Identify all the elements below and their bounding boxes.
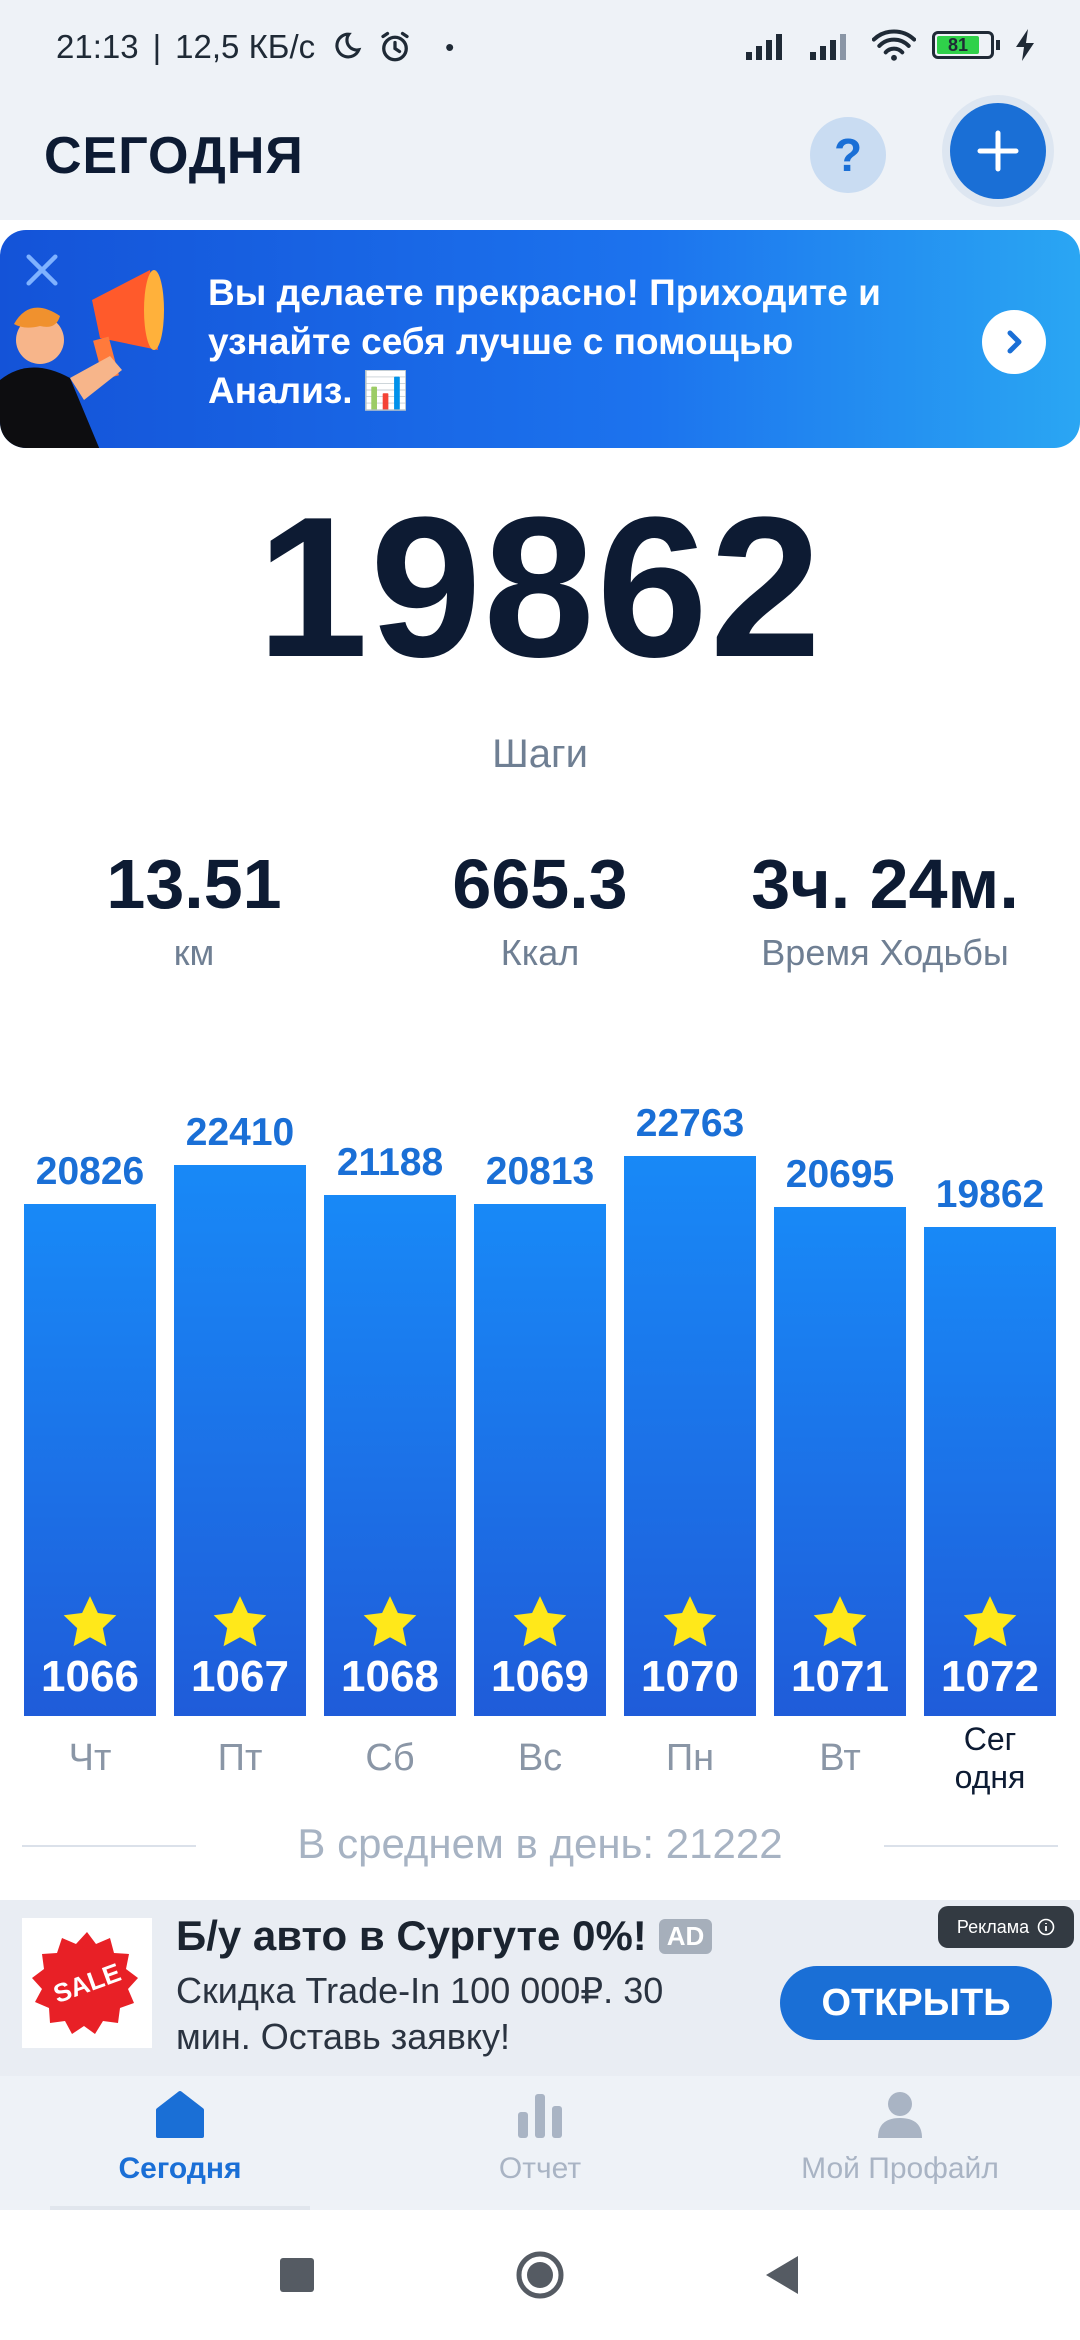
bar-value-label: 19862 <box>935 1173 1045 1216</box>
day-label-sun: Вс <box>517 1737 563 1779</box>
today-line-2: одня <box>954 1759 1026 1795</box>
nav-report-label: Отчет <box>498 2152 582 2185</box>
ad-open-button[interactable]: ОТКРЫТЬ <box>780 1966 1052 2040</box>
bar-streak-label: 1069 <box>491 1652 589 1701</box>
distance-unit: км <box>173 932 215 973</box>
ad-image[interactable]: SALE <box>22 1918 152 2048</box>
star-icon <box>363 1596 417 1647</box>
dot-icon: • <box>445 31 455 62</box>
calories-value: 665.3 <box>452 845 628 923</box>
user-icon <box>878 2092 922 2138</box>
plus-icon <box>977 130 1019 172</box>
home-circle-icon <box>516 2251 564 2299</box>
signal-icon <box>746 34 782 60</box>
star-icon <box>213 1596 267 1647</box>
day-label-fri: Пт <box>217 1737 263 1779</box>
bar-streak-label: 1070 <box>641 1652 739 1701</box>
nav-profile-label: Мой Профайл <box>801 2152 999 2185</box>
steps-count: 19862 <box>256 476 824 699</box>
star-icon <box>963 1596 1017 1647</box>
day-label-tue: Вт <box>819 1737 861 1779</box>
walk-time-label: Время Ходьбы <box>761 932 1009 973</box>
battery-level: 81 <box>937 35 980 55</box>
ad-label-text: Реклама <box>956 1916 1030 1937</box>
star-icon <box>63 1596 117 1647</box>
distance-value: 13.51 <box>106 845 282 923</box>
today-line-1: Сег <box>963 1721 1017 1757</box>
status-right: 81 <box>744 28 1036 62</box>
calories-unit: Ккал <box>500 932 580 973</box>
signal-icon-2 <box>810 34 846 60</box>
ad-description: Скидка Trade-In 100 000₽. 30 мин. Оставь… <box>176 1970 664 2057</box>
day-label-sat: Сб <box>365 1737 415 1779</box>
bar-chart-icon <box>518 2094 562 2138</box>
star-icon <box>663 1596 717 1647</box>
status-time: 21:13 <box>56 28 139 65</box>
nav-profile[interactable]: Мой Профайл <box>720 2090 1080 2186</box>
distance-stat: 13.51 км <box>24 844 364 974</box>
walk-time-value: 3ч. 24м. <box>751 845 1019 923</box>
bar-value-label: 22410 <box>185 1111 295 1154</box>
close-icon[interactable] <box>22 250 62 290</box>
help-button[interactable]: ? <box>810 117 886 193</box>
home-icon <box>156 2091 204 2138</box>
home-button[interactable] <box>515 2250 565 2300</box>
page-title: СЕГОДНЯ <box>44 127 304 185</box>
battery-icon: 81 <box>932 31 1000 59</box>
daily-average: В среднем в день: 21222 <box>297 1820 783 1867</box>
weekly-steps-chart: 20826 1066 22410 1067 21188 1068 20813 1069 2276… <box>0 1040 1080 1800</box>
banner-arrow-button[interactable] <box>982 310 1046 374</box>
bar-streak-label: 1067 <box>191 1652 289 1701</box>
ad-label[interactable]: Реклама <box>938 1906 1074 1948</box>
banner-text: Вы делаете прекрасно! Приходите и узнайт… <box>208 272 881 411</box>
nav-today-label: Сегодня <box>118 2152 242 2185</box>
walk-time-stat: 3ч. 24м. Время Ходьбы <box>715 844 1055 974</box>
chevron-right-icon <box>1007 330 1022 354</box>
star-icon <box>513 1596 567 1647</box>
charging-icon <box>1016 29 1034 61</box>
recent-apps-button[interactable] <box>280 2258 314 2292</box>
ad-badge: AD <box>658 1918 713 1954</box>
wifi-icon <box>872 29 916 61</box>
nav-report[interactable]: Отчет <box>360 2090 720 2186</box>
nav-today[interactable]: Сегодня <box>0 2090 360 2186</box>
info-icon <box>1037 1918 1055 1936</box>
ad-title: Б/у авто в Сургуте 0%! <box>176 1912 647 1959</box>
bar-value-label: 20826 <box>35 1150 145 1193</box>
day-label-today: Сег одня <box>924 1720 1056 1796</box>
bar-streak-label: 1068 <box>341 1652 439 1701</box>
ad-title-row[interactable]: Б/у авто в Сургуте 0%! AD <box>176 1912 713 1960</box>
moon-icon <box>335 32 362 59</box>
status-left: 21:13 | 12,5 КБ/с • <box>56 28 455 65</box>
bar-value-label: 22763 <box>635 1102 745 1145</box>
sale-badge-icon: SALE <box>32 1932 138 2034</box>
status-network-speed: 12,5 КБ/с <box>175 28 316 65</box>
calories-stat: 665.3 Ккал <box>370 844 710 974</box>
bar-streak-label: 1071 <box>791 1652 889 1701</box>
day-label-thu: Чт <box>68 1737 112 1779</box>
steps-label: Шаги <box>492 732 588 776</box>
alarm-icon <box>381 31 409 62</box>
day-label-mon: Пн <box>665 1737 715 1779</box>
bar-value-label: 20695 <box>785 1153 895 1196</box>
back-button[interactable] <box>762 2254 802 2296</box>
star-icon <box>813 1596 867 1647</box>
bar-value-label: 21188 <box>336 1141 444 1184</box>
back-triangle-icon <box>766 2256 798 2294</box>
bar-streak-label: 1066 <box>41 1652 139 1701</box>
bar-streak-label: 1072 <box>941 1652 1039 1701</box>
bar-value-label: 20813 <box>485 1150 595 1193</box>
add-button[interactable] <box>950 103 1046 199</box>
